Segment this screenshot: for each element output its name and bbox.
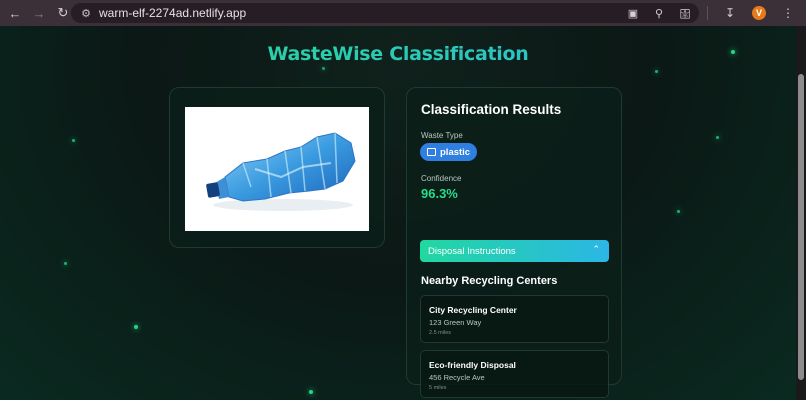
page-title: WasteWise Classification [0, 43, 796, 65]
waste-type-badge: plastic [420, 143, 478, 161]
center-name: Eco-friendly Disposal [429, 360, 516, 370]
nearby-centers-heading: Nearby Recycling Centers [421, 275, 558, 287]
page-scrollbar[interactable] [796, 26, 806, 400]
background-particle [655, 70, 658, 73]
center-distance: 5 miles [429, 385, 447, 391]
avatar[interactable]: V [752, 6, 766, 20]
forward-arrow-icon[interactable]: → [28, 2, 50, 24]
background-particle [134, 325, 138, 329]
center-distance: 2.5 miles [429, 330, 452, 336]
background-particle [72, 139, 75, 142]
menu-dots-icon[interactable]: ⋮ [778, 3, 798, 23]
extensions-icon[interactable]: ◫ [675, 3, 695, 23]
page-body: WasteWise Classification Classification … [0, 26, 796, 400]
uploaded-image [185, 107, 369, 231]
scrollbar-thumb[interactable] [798, 74, 804, 380]
toolbar-divider [707, 6, 708, 20]
center-address: 123 Green Way [429, 318, 482, 327]
uploaded-image-card [169, 87, 385, 248]
browser-toolbar: ← → ↻ ⚙ warm-elf-2274ad.netlify.app ▣ ⚲ … [0, 0, 806, 26]
background-particle [309, 390, 313, 394]
cast-icon[interactable]: ▣ [625, 5, 641, 21]
waste-type-label: Waste Type [421, 131, 463, 140]
classification-results-card: Classification Results Waste Type plasti… [406, 87, 622, 398]
background-particle [716, 136, 719, 139]
plastic-bottle-image [206, 132, 356, 211]
chevron-up-icon: ⌃ [592, 244, 600, 254]
disposal-instructions-toggle[interactable]: Disposal Instructions ⌃ [420, 240, 609, 262]
confidence-label: Confidence [421, 174, 462, 183]
waste-type-value: plastic [440, 146, 471, 158]
results-heading: Classification Results [421, 102, 562, 117]
back-arrow-icon[interactable]: ← [4, 2, 26, 24]
address-bar[interactable]: ⚙ warm-elf-2274ad.netlify.app ▣ ⚲ ☆ [71, 3, 699, 23]
site-info-icon[interactable]: ⚙ [79, 6, 93, 20]
center-name: City Recycling Center [429, 305, 517, 315]
disposal-label: Disposal Instructions [428, 245, 516, 257]
background-particle [677, 210, 680, 213]
recycle-bin-icon [427, 148, 436, 156]
url-text[interactable]: warm-elf-2274ad.netlify.app [99, 6, 246, 20]
zoom-icon[interactable]: ⚲ [651, 5, 667, 21]
recycling-center-card[interactable]: Eco-friendly Disposal 456 Recycle Ave 5 … [420, 350, 609, 398]
background-particle [322, 67, 325, 70]
background-particle [64, 262, 67, 265]
download-icon[interactable]: ↧ [720, 3, 740, 23]
center-address: 456 Recycle Ave [429, 373, 485, 382]
recycling-center-card[interactable]: City Recycling Center 123 Green Way 2.5 … [420, 295, 609, 343]
confidence-value: 96.3% [421, 186, 458, 201]
